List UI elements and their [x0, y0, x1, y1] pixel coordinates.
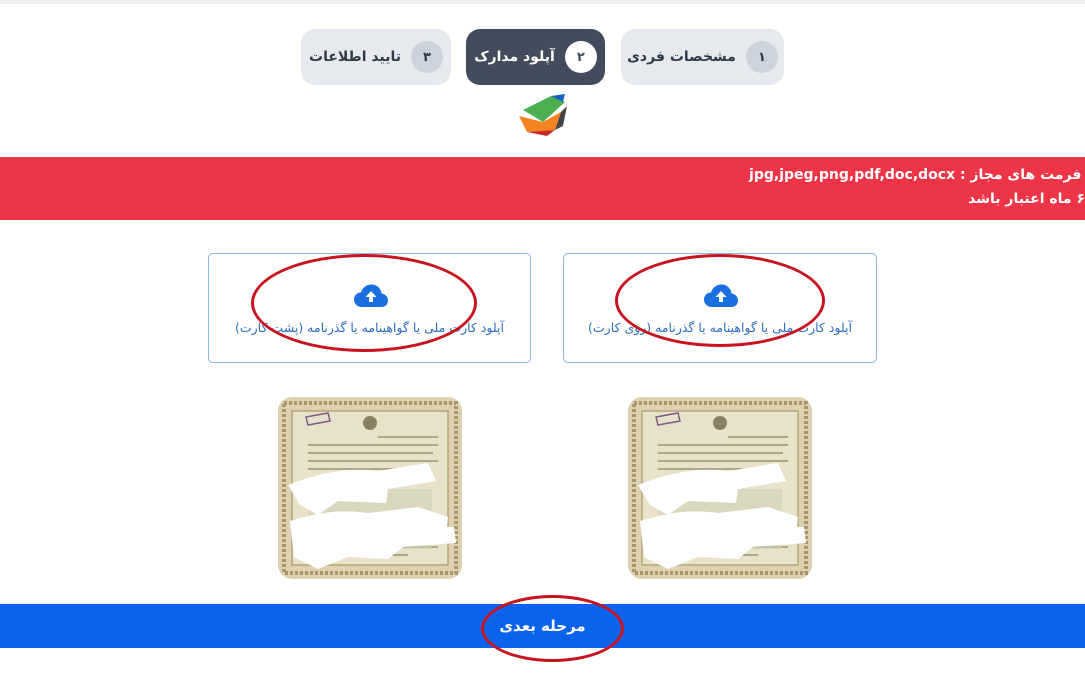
upload-back-card-button[interactable]: آپلود کارت ملی یا گواهینامه یا گذرنامه (… — [208, 253, 531, 363]
upload-back-card-label: آپلود کارت ملی یا گواهینامه یا گذرنامه (… — [235, 320, 504, 335]
step-label-confirm-info: تایید اطلاعات — [309, 49, 401, 65]
step-number-3: ۳ — [410, 41, 443, 73]
top-divider — [0, 0, 1085, 4]
brand-logo — [513, 90, 573, 146]
step-confirm-info[interactable]: ۳ تایید اطلاعات — [301, 29, 451, 85]
id-document-back-thumbnail — [278, 397, 462, 579]
cloud-upload-icon — [704, 284, 738, 308]
step-label-personal-info: مشخصات فردی — [627, 49, 736, 65]
id-document-front-thumbnail — [628, 397, 812, 579]
upload-front-card-label: آپلود کارت ملی یا گواهینامه یا گذرنامه (… — [588, 320, 852, 335]
step-number-1: ۱ — [745, 41, 778, 73]
id-document-back-image — [278, 397, 462, 579]
document-upload-page: ۱ مشخصات فردی ۲ آپلود مدارک ۳ تایید اطلا… — [0, 0, 1085, 694]
step-label-upload-documents: آپلود مدارک — [474, 49, 555, 65]
id-document-front-image — [628, 397, 812, 579]
cloud-upload-icon — [354, 284, 388, 308]
step-personal-info[interactable]: ۱ مشخصات فردی — [621, 29, 784, 85]
step-number-2: ۲ — [564, 41, 597, 73]
notice-validity-text: ۶ ماه اعتبار باشد — [968, 191, 1085, 207]
step-upload-documents[interactable]: ۲ آپلود مدارک — [466, 29, 605, 85]
logo-mark-icon — [519, 94, 567, 136]
next-step-button[interactable]: مرحله بعدی — [0, 604, 1085, 648]
upload-notice-banner: کابایت - فرمت های مجاز : jpg,jpeg,png,pd… — [0, 157, 1085, 220]
upload-front-card-button[interactable]: آپلود کارت ملی یا گواهینامه یا گذرنامه (… — [563, 253, 877, 363]
notice-formats-text: کابایت - فرمت های مجاز : jpg,jpeg,png,pd… — [749, 167, 1085, 183]
